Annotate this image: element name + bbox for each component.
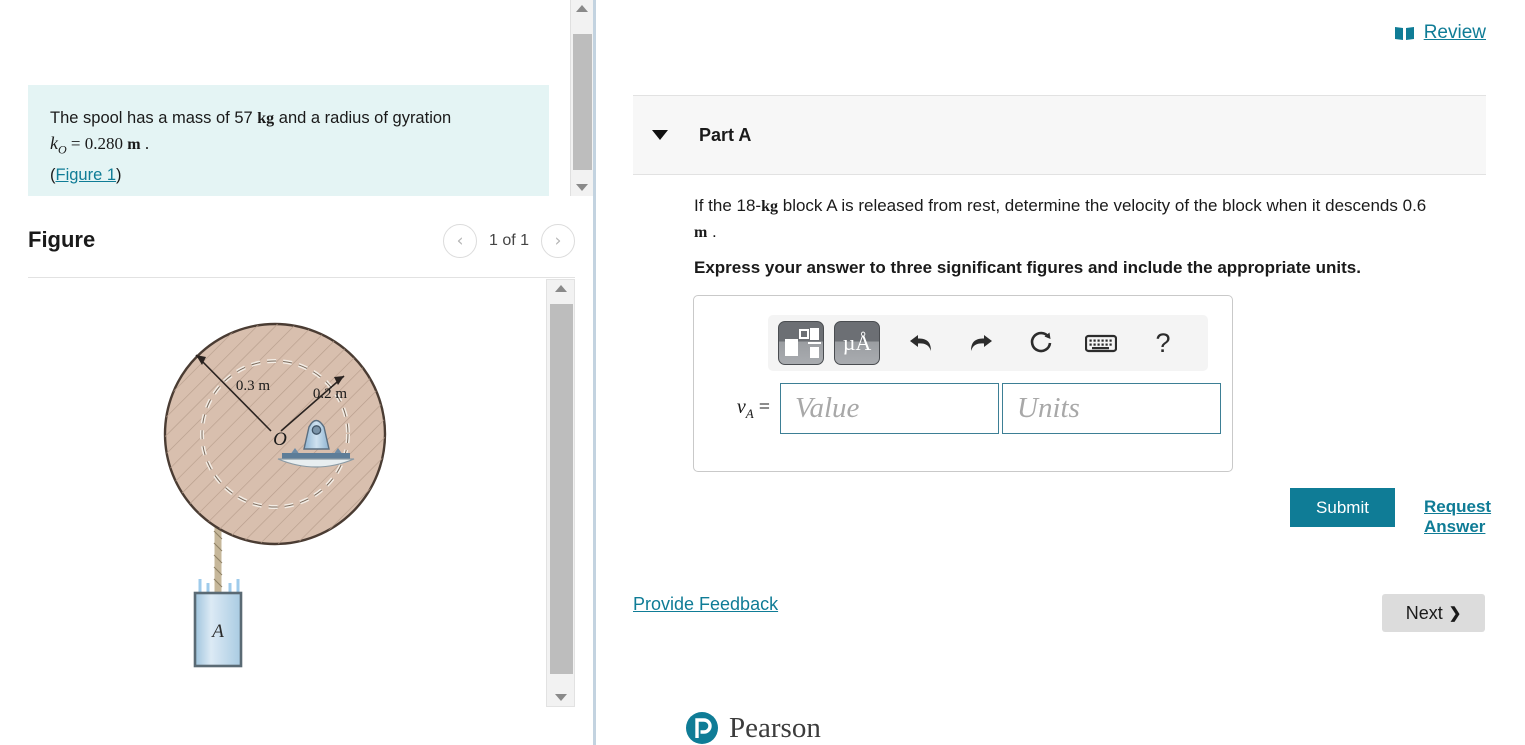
question-unit-kg: kg: [761, 198, 779, 215]
part-a-header[interactable]: Part A: [633, 96, 1486, 175]
statement-text-b: and a radius of gyration: [274, 109, 452, 127]
statement-scrollbar[interactable]: [570, 0, 593, 196]
variable-v: v: [736, 395, 746, 418]
value-input[interactable]: [780, 383, 999, 434]
redo-button[interactable]: [958, 321, 1004, 365]
inner-radius-label: 0.2 m: [313, 386, 348, 402]
statement-line-3: (Figure 1): [50, 163, 527, 188]
problem-statement-panel: The spool has a mass of 57 kg and a radi…: [0, 0, 593, 745]
figure-viewport[interactable]: 0.3 m 0.2 m O A: [28, 279, 546, 707]
figure-page-indicator: 1 of 1: [488, 232, 529, 249]
triangle-down-icon: [554, 694, 567, 701]
statement-unit-kg: kg: [257, 110, 275, 127]
answer-input-row: vA =: [714, 383, 1221, 434]
triangle-down-icon: [576, 184, 588, 191]
block-a-label: A: [210, 621, 224, 642]
variable-subscript-a: A: [745, 405, 754, 421]
statement-line-2: kO = 0.280 m .: [50, 131, 527, 163]
chevron-right-icon: ❯: [1448, 605, 1462, 622]
radius-of-gyration-value: 0.280: [84, 134, 128, 153]
figure-scrollbar-thumb[interactable]: [550, 304, 573, 674]
statement-line-1: The spool has a mass of 57 kg and a radi…: [50, 106, 527, 131]
equals-sign: =: [753, 395, 770, 418]
figure-scroll-up-button[interactable]: [547, 280, 574, 297]
figure-title: Figure: [28, 227, 96, 252]
paren-close: ): [116, 165, 122, 184]
statement-text-a: The spool has a mass of 57: [50, 109, 258, 127]
part-a-title: Part A: [699, 124, 752, 145]
next-label: Next: [1405, 602, 1443, 623]
block-a: A: [193, 579, 243, 668]
provide-feedback-link[interactable]: Provide Feedback: [633, 594, 778, 615]
undo-arrow-icon: [910, 335, 931, 351]
units-input[interactable]: [1002, 383, 1221, 434]
question-text-a: If the 18-: [694, 196, 762, 215]
figure-next-button[interactable]: ›: [541, 224, 575, 258]
triangle-up-icon: [554, 285, 567, 292]
radius-of-gyration-symbol: kO: [50, 133, 67, 157]
express-answer-instruction: Express your answer to three significant…: [694, 258, 1361, 277]
courseware-problem-page: The spool has a mass of 57 kg and a radi…: [0, 0, 1525, 745]
help-button[interactable]: ?: [1140, 321, 1186, 365]
velocity-variable-label: vA =: [714, 396, 780, 422]
figure-prev-button[interactable]: ‹: [442, 224, 477, 258]
figure-pager: ‹ 1 of 1 ›: [442, 224, 575, 258]
chevron-left-icon: ‹: [456, 231, 464, 251]
reset-button[interactable]: [1018, 321, 1064, 365]
keyboard-button[interactable]: [1078, 321, 1124, 365]
figure-header: Figure ‹ 1 of 1 ›: [28, 222, 575, 274]
request-answer-link[interactable]: Request Answer: [1424, 497, 1525, 537]
question-text-b: block A is released from rest, determine…: [778, 196, 1427, 215]
statement-scrollbar-thumb[interactable]: [573, 34, 592, 170]
figure-scrollbar[interactable]: [546, 279, 575, 707]
figure-1-link[interactable]: Figure 1: [56, 166, 117, 184]
template-icon: [785, 328, 821, 358]
book-icon: [1394, 27, 1414, 40]
question-unit-m: m: [694, 224, 708, 241]
keyboard-icon: [1085, 334, 1117, 353]
spool-diagram: 0.3 m 0.2 m O A: [163, 322, 387, 668]
undo-button[interactable]: [898, 321, 944, 365]
review-label: Review: [1423, 22, 1486, 43]
statement-scroll-up-button[interactable]: [571, 0, 593, 17]
redo-arrow-icon: [971, 335, 992, 351]
answer-toolbar: µÅ ?: [768, 315, 1208, 371]
pearson-logo-icon: [686, 712, 718, 744]
statement-scroll-down-button[interactable]: [571, 179, 593, 196]
figure-divider: [28, 277, 575, 278]
answer-panel: Review Part A If the 18-kg block A is re…: [596, 0, 1525, 745]
pearson-logo: Pearson: [685, 711, 821, 745]
triangle-up-icon: [576, 5, 588, 12]
center-point-label: O: [273, 429, 287, 450]
caret-down-icon[interactable]: [652, 130, 668, 140]
template-formatting-button[interactable]: [778, 321, 824, 365]
figure-scroll-down-button[interactable]: [547, 689, 574, 706]
chevron-right-icon: ›: [554, 231, 562, 251]
statement-unit-m: m: [127, 136, 141, 153]
pearson-wordmark: Pearson: [729, 711, 821, 744]
unit-symbols-button[interactable]: µÅ: [834, 321, 880, 365]
equals-sign: =: [66, 134, 85, 153]
question-text-c: .: [707, 222, 717, 241]
micro-angstrom-icon: µÅ: [842, 330, 872, 355]
review-link[interactable]: Review: [1394, 22, 1486, 44]
question-text: If the 18-kg block A is released from re…: [694, 193, 1434, 245]
statement-period: .: [140, 134, 150, 153]
outer-radius-label: 0.3 m: [236, 378, 271, 394]
reset-circular-arrow-icon: [1030, 331, 1052, 353]
next-button[interactable]: Next ❯: [1382, 594, 1485, 632]
answer-entry-card: µÅ ? vA = Value Units: [693, 295, 1233, 472]
question-mark-icon: ?: [1155, 327, 1171, 358]
problem-statement-box: The spool has a mass of 57 kg and a radi…: [28, 85, 549, 196]
submit-button[interactable]: Submit: [1290, 488, 1395, 527]
